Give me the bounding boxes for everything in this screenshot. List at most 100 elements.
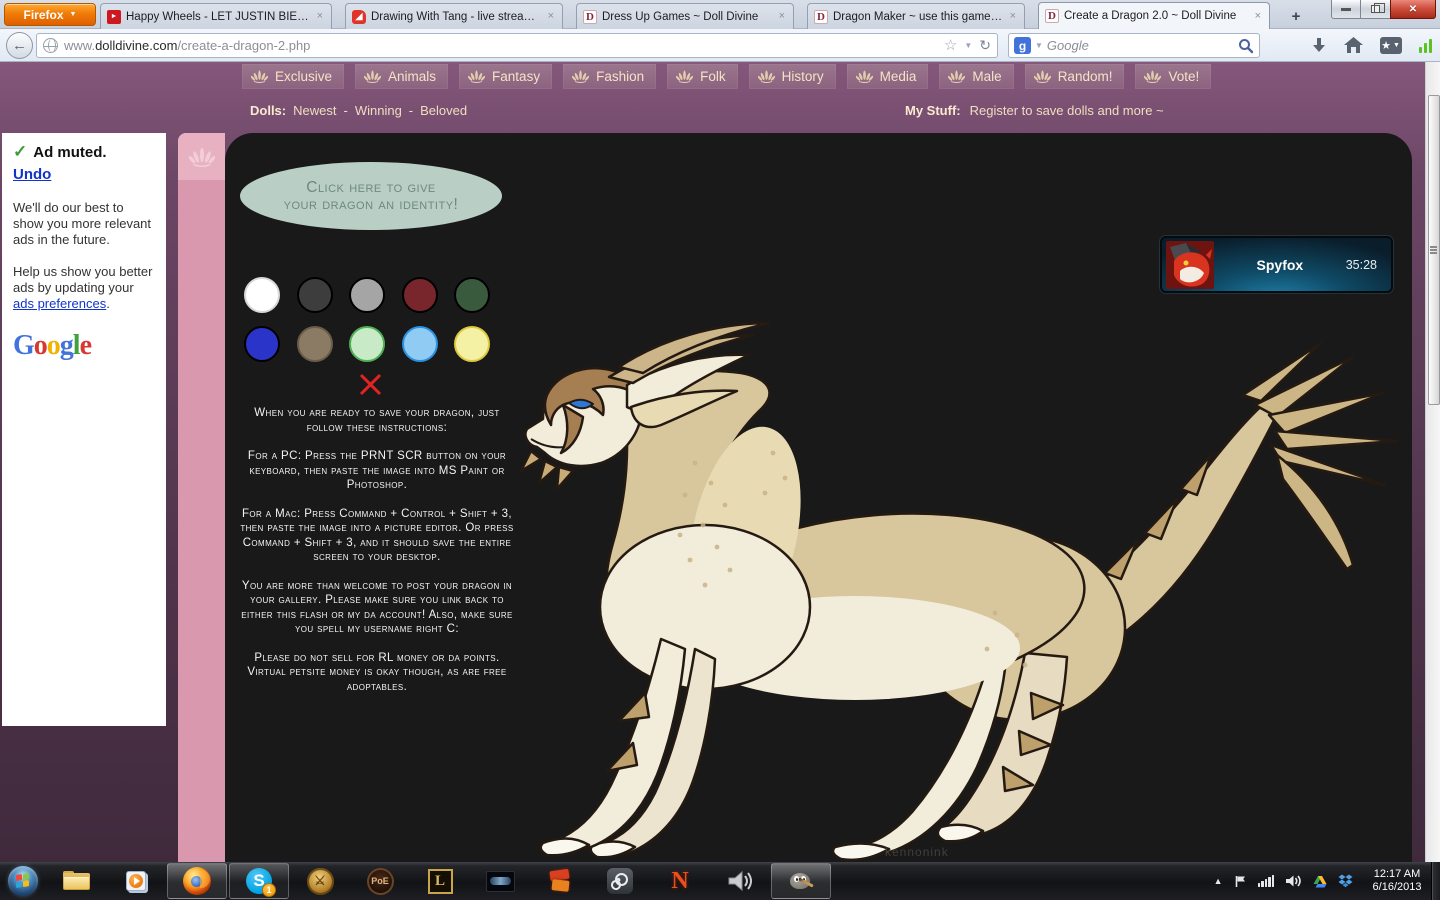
stats-bars-icon[interactable] <box>1418 38 1432 53</box>
restore-button[interactable] <box>1361 0 1390 19</box>
taskbar-planetside[interactable] <box>470 862 530 900</box>
nav-male[interactable]: Male <box>939 64 1014 89</box>
tray-expand-icon[interactable]: ▲ <box>1214 876 1223 886</box>
tab-dragon-maker[interactable]: D Dragon Maker ~ use this game to ... × <box>807 3 1025 29</box>
search-engine-dropdown-icon[interactable]: ▼ <box>1035 41 1043 50</box>
nav-fantasy[interactable]: Fantasy <box>459 64 553 89</box>
url-text: www.dolldivine.com/create-a-dragon-2.php <box>64 38 311 53</box>
nav-exclusive[interactable]: Exclusive <box>242 64 345 89</box>
taskbar-age-of-wushu[interactable] <box>530 862 590 900</box>
network-signal-icon[interactable] <box>1257 875 1274 887</box>
tab-drawing-with-tang[interactable]: ◢ Drawing With Tang - live streamin... × <box>345 3 563 29</box>
spyfox-stream-widget[interactable]: Spyfox 35:28 <box>1160 236 1393 293</box>
close-button[interactable]: ✕ <box>1390 0 1436 19</box>
taskbar-gimp[interactable] <box>771 863 831 899</box>
screen: Firefox ▼ ► Happy Wheels - LET JUSTIN BI… <box>0 0 1440 900</box>
swtor-icon: ⚔ <box>306 867 334 895</box>
crown-icon <box>1033 70 1051 83</box>
taskbar-swtor[interactable]: ⚔ <box>290 862 350 900</box>
action-center-flag-icon[interactable] <box>1234 875 1247 888</box>
crown-icon <box>948 70 966 83</box>
steam-icon <box>607 868 633 894</box>
dolls-newest-link[interactable]: Newest <box>293 103 336 118</box>
tab-close-icon[interactable]: × <box>315 11 325 22</box>
google-drive-icon[interactable] <box>1313 875 1327 888</box>
ad-paragraph: We'll do our best to show you more relev… <box>13 200 152 247</box>
taskbar-firefox[interactable] <box>167 863 227 899</box>
league-of-legends-icon: L <box>427 868 453 894</box>
taskbar-audio-app[interactable] <box>710 862 770 900</box>
restore-icon <box>1371 3 1385 13</box>
nav-vote[interactable]: Vote! <box>1135 64 1212 89</box>
scrollbar-thumb[interactable] <box>1427 95 1440 405</box>
tray-clock[interactable]: 12:17 AM 6/16/2013 <box>1364 868 1430 895</box>
tab-happy-wheels[interactable]: ► Happy Wheels - LET JUSTIN BIEBER... × <box>100 3 332 29</box>
tab-close-icon[interactable]: × <box>1008 11 1018 22</box>
back-button[interactable]: ← <box>6 32 33 59</box>
dolls-beloved-link[interactable]: Beloved <box>420 103 467 118</box>
show-desktop-button[interactable] <box>1431 862 1440 900</box>
taskbar-nexon[interactable]: N <box>650 862 710 900</box>
ads-preferences-link[interactable]: ads preferences <box>13 296 106 311</box>
register-link[interactable]: Register to save dolls and more ~ <box>970 103 1164 118</box>
skype-notification-badge: 1 <box>262 883 276 897</box>
nav-history[interactable]: History <box>748 64 836 89</box>
taskbar-path-of-exile[interactable]: PoE <box>350 862 410 900</box>
bookmarks-panel-icon[interactable]: ★ ▼ <box>1379 37 1402 54</box>
crown-icon <box>188 147 215 167</box>
site-globe-icon <box>43 38 58 53</box>
dolldivine-icon: D <box>1045 9 1059 23</box>
crown-icon <box>676 70 694 83</box>
download-icon[interactable] <box>1311 37 1327 55</box>
dolldivine-icon: D <box>583 9 597 24</box>
crown-icon <box>1144 70 1162 83</box>
taskbar-media-player[interactable] <box>106 862 166 900</box>
crown-icon <box>364 70 382 83</box>
dropbox-icon[interactable] <box>1338 874 1353 888</box>
nav-fashion[interactable]: Fashion <box>563 64 657 89</box>
volume-icon[interactable] <box>1285 874 1302 888</box>
taskbar-skype[interactable]: S1 <box>229 863 289 899</box>
magnifier-icon[interactable] <box>1238 38 1254 54</box>
window-controls: ✕ <box>1331 0 1436 19</box>
clock-time: 12:17 AM <box>1373 867 1421 880</box>
page-scrollbar[interactable] <box>1425 62 1440 862</box>
url-bar[interactable]: www.dolldivine.com/create-a-dragon-2.php… <box>36 33 998 58</box>
search-input[interactable] <box>1046 38 1234 53</box>
taskbar-league-of-legends[interactable]: L <box>410 862 470 900</box>
path-of-exile-icon: PoE <box>366 867 394 895</box>
dolls-label: Dolls: <box>250 103 287 118</box>
taskbar-explorer[interactable] <box>46 862 106 900</box>
start-button[interactable] <box>0 862 46 900</box>
tab-create-a-dragon-active[interactable]: D Create a Dragon 2.0 ~ Doll Divine × <box>1038 2 1270 29</box>
dolldivine-icon: D <box>814 9 828 24</box>
dolls-winning-link[interactable]: Winning <box>355 103 402 118</box>
browser-toolbar: ← www.dolldivine.com/create-a-dragon-2.p… <box>0 29 1440 62</box>
nav-animals[interactable]: Animals <box>355 64 449 89</box>
new-tab-button[interactable]: + <box>1283 7 1309 26</box>
crown-icon <box>468 70 486 83</box>
nav-folk[interactable]: Folk <box>667 64 738 89</box>
dolldivine-page: Exclusive Animals Fantasy Fashion Folk H… <box>0 62 1440 862</box>
tab-close-icon[interactable]: × <box>1253 10 1263 22</box>
livestream-icon: ◢ <box>352 9 366 24</box>
search-bar[interactable]: g ▼ <box>1008 33 1260 58</box>
tab-close-icon[interactable]: × <box>546 11 556 22</box>
taskbar-steam[interactable] <box>590 862 650 900</box>
tab-dress-up-games[interactable]: D Dress Up Games ~ Doll Divine × <box>576 3 794 29</box>
site-nav: Exclusive Animals Fantasy Fashion Folk H… <box>242 64 1212 89</box>
nav-random[interactable]: Random! <box>1024 64 1125 89</box>
bookmark-star-icon[interactable]: ☆ <box>944 38 957 53</box>
nav-media[interactable]: Media <box>846 64 929 89</box>
home-icon[interactable] <box>1343 37 1363 54</box>
planetside-icon <box>485 870 515 892</box>
mystuff-label: My Stuff: <box>905 103 961 118</box>
ad-undo-link[interactable]: Undo <box>13 166 51 183</box>
firefox-menu-button[interactable]: Firefox ▼ <box>4 3 96 26</box>
minimize-button[interactable] <box>1331 0 1361 19</box>
reload-icon[interactable]: ↻ <box>979 37 991 54</box>
windows-orb-icon <box>8 866 38 896</box>
url-dropdown-icon[interactable]: ▼ <box>964 41 972 50</box>
firefox-menu-label: Firefox <box>23 7 64 22</box>
tab-close-icon[interactable]: × <box>777 11 787 22</box>
